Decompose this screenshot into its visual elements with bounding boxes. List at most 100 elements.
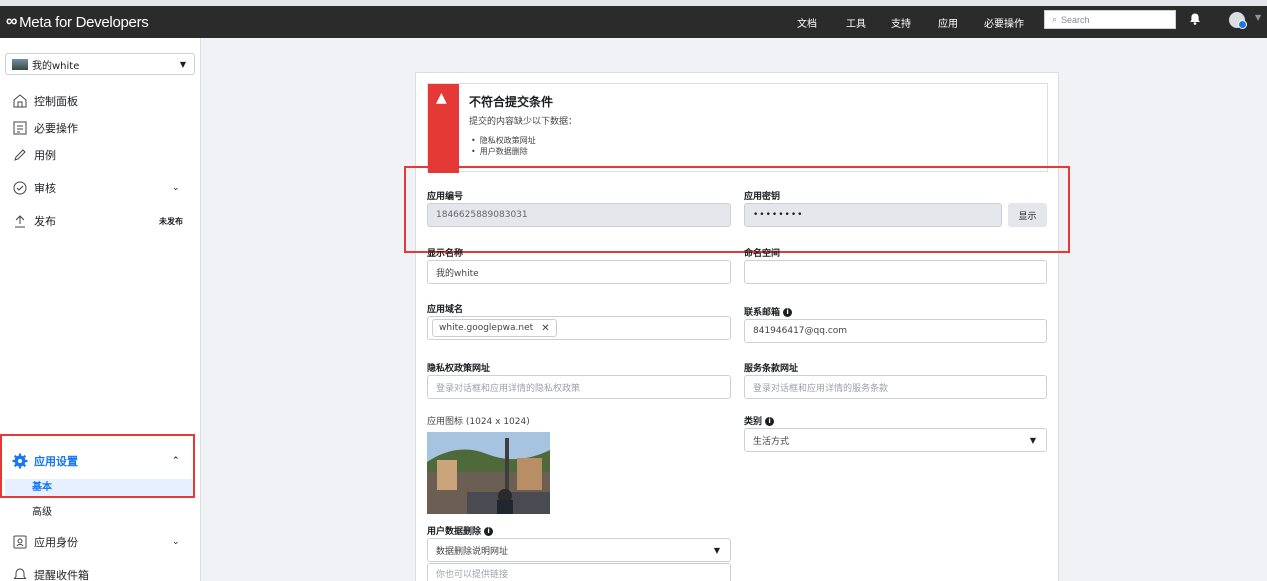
sidebar-item-dashboard[interactable]: 控制面板	[0, 89, 200, 113]
terms-of-service-field[interactable]: 登录对话框和应用详情的服务条款	[744, 375, 1047, 399]
category-select[interactable]: 生活方式 ▼	[744, 428, 1047, 452]
nav-support[interactable]: 支持	[891, 10, 911, 34]
id-card-icon	[11, 533, 29, 551]
app-icon-photo	[427, 432, 550, 514]
app-id-field[interactable]: 1846625889083031	[427, 203, 731, 227]
sidebar-item-alert-inbox[interactable]: 提醒收件箱	[0, 563, 200, 581]
privacy-policy-label: 隐私权政策网址	[427, 364, 491, 374]
info-icon[interactable]: i	[783, 308, 793, 317]
search-input[interactable]: ⌕ Search	[1044, 10, 1176, 29]
sidebar-item-label: 用例	[34, 149, 56, 162]
warning-icon: ▲	[436, 90, 447, 106]
contact-email-field[interactable]: 841946417@qq.com	[744, 319, 1047, 343]
chevron-down-icon: ⌄	[172, 537, 180, 547]
app-id-label: 应用编号	[427, 192, 464, 202]
app-secret-value: ••••••••	[753, 210, 804, 220]
sidebar-item-app-identity[interactable]: 应用身份 ⌄	[0, 530, 200, 554]
meta-infinity-icon: ∞	[6, 13, 18, 30]
data-deletion-select[interactable]: 数据删除说明网址 ▼	[427, 538, 731, 562]
info-icon[interactable]: i	[765, 417, 775, 426]
data-deletion-url-field[interactable]: 你也可以提供链接	[427, 563, 731, 581]
app-domains-field[interactable]: white.googlepwa.net ✕	[427, 316, 731, 340]
brand-text: Meta for Developers	[19, 13, 149, 31]
alert-title: 不符合提交条件	[469, 95, 554, 109]
app-thumbnail	[12, 58, 28, 70]
bell-icon	[11, 566, 29, 581]
app-selector-label: 我的white	[32, 60, 80, 72]
submission-alert: ▲ 不符合提交条件 提交的内容缺少以下数据： 隐私权政策网址 用户数据删除	[427, 83, 1048, 173]
domain-tag: white.googlepwa.net ✕	[432, 319, 557, 337]
data-deletion-url-placeholder: 你也可以提供链接	[436, 570, 509, 580]
chevron-down-icon: ⌄	[172, 183, 180, 193]
pencil-icon	[11, 146, 29, 164]
contact-email-label: 联系邮箱 i	[744, 305, 793, 318]
account-caret-icon[interactable]: ▼	[1255, 13, 1261, 22]
app-domains-label: 应用域名	[427, 305, 464, 315]
data-deletion-label: 用户数据删除 i	[427, 524, 494, 537]
namespace-field[interactable]	[744, 260, 1047, 284]
app-icon-label: 应用图标 (1024 x 1024)	[427, 417, 530, 427]
contact-email-label-text: 联系邮箱	[744, 308, 781, 318]
info-icon[interactable]: i	[484, 527, 494, 536]
search-icon: ⌕	[1052, 14, 1058, 24]
contact-email-value: 841946417@qq.com	[753, 326, 848, 336]
privacy-policy-field[interactable]: 登录对话框和应用详情的隐私权政策	[427, 375, 731, 399]
notification-bell-icon[interactable]	[1188, 12, 1202, 26]
sidebar-item-required-actions[interactable]: 必要操作	[0, 116, 200, 140]
terms-of-service-label: 服务条款网址	[744, 364, 799, 374]
sidebar-item-label: 应用设置	[34, 455, 78, 468]
sidebar-item-label: 必要操作	[34, 122, 78, 135]
list-item: 隐私权政策网址	[471, 135, 536, 146]
domain-tag-label: white.googlepwa.net	[439, 323, 534, 333]
list-item: 用户数据删除	[471, 146, 536, 157]
show-secret-button[interactable]: 显示	[1008, 203, 1047, 227]
sidebar-item-app-settings[interactable]: 应用设置 ⌃	[0, 449, 200, 473]
alert-description: 提交的内容缺少以下数据：	[469, 117, 578, 127]
check-circle-icon	[11, 179, 29, 197]
data-deletion-select-value: 数据删除说明网址	[436, 546, 509, 557]
meta-logo[interactable]: ∞ Meta for Developers	[6, 10, 149, 34]
account-badge-icon	[1238, 20, 1247, 29]
display-name-value: 我的white	[436, 268, 479, 279]
checklist-icon	[11, 119, 29, 137]
category-value: 生活方式	[753, 436, 790, 447]
data-deletion-label-text: 用户数据删除	[427, 527, 482, 537]
close-icon[interactable]: ✕	[541, 323, 549, 334]
category-label-text: 类别	[744, 417, 763, 427]
app-icon-image[interactable]	[427, 432, 550, 514]
app-id-value: 1846625889083031	[436, 210, 528, 220]
chevron-down-icon: ▼	[1029, 435, 1036, 445]
nav-apps[interactable]: 应用	[938, 10, 958, 34]
chevron-down-icon: ▼	[713, 545, 720, 555]
gear-icon	[11, 452, 29, 470]
search-placeholder: Search	[1061, 14, 1090, 25]
privacy-policy-placeholder: 登录对话框和应用详情的隐私权政策	[436, 383, 581, 394]
nav-tools[interactable]: 工具	[846, 10, 866, 34]
missing-items-list: 隐私权政策网址 用户数据删除	[471, 135, 536, 157]
sidebar-item-use-cases[interactable]: 用例	[0, 143, 200, 167]
display-name-field[interactable]: 我的white	[427, 260, 731, 284]
terms-of-service-placeholder: 登录对话框和应用详情的服务条款	[753, 383, 889, 394]
app-secret-field[interactable]: ••••••••	[744, 203, 1002, 227]
app-selector[interactable]: 我的white ▼	[5, 53, 195, 75]
dashboard-icon	[11, 92, 29, 110]
sidebar-item-label: 审核	[34, 182, 56, 195]
sidebar-item-publish[interactable]: 发布 未发布	[0, 209, 200, 233]
display-name-label: 显示名称	[427, 249, 464, 259]
nav-docs[interactable]: 文档	[797, 10, 817, 34]
app-secret-label: 应用密钥	[744, 192, 781, 202]
status-badge: 未发布	[159, 216, 183, 226]
chevron-down-icon: ▼	[179, 60, 186, 69]
sidebar-item-review[interactable]: 审核 ⌄	[0, 176, 200, 200]
sidebar-subitem-basic[interactable]: 基本	[5, 479, 193, 496]
category-label: 类别 i	[744, 414, 775, 427]
sidebar-item-label: 提醒收件箱	[34, 569, 89, 581]
chevron-up-icon: ⌃	[172, 456, 180, 466]
sidebar-item-label: 应用身份	[34, 536, 78, 549]
sidebar-item-label: 控制面板	[34, 95, 78, 108]
publish-icon	[11, 212, 29, 230]
nav-required-actions[interactable]: 必要操作	[984, 10, 1024, 34]
namespace-label: 命名空间	[744, 249, 781, 259]
sidebar-item-label: 发布	[34, 215, 56, 228]
sidebar-subitem-advanced[interactable]: 高级	[5, 503, 52, 518]
